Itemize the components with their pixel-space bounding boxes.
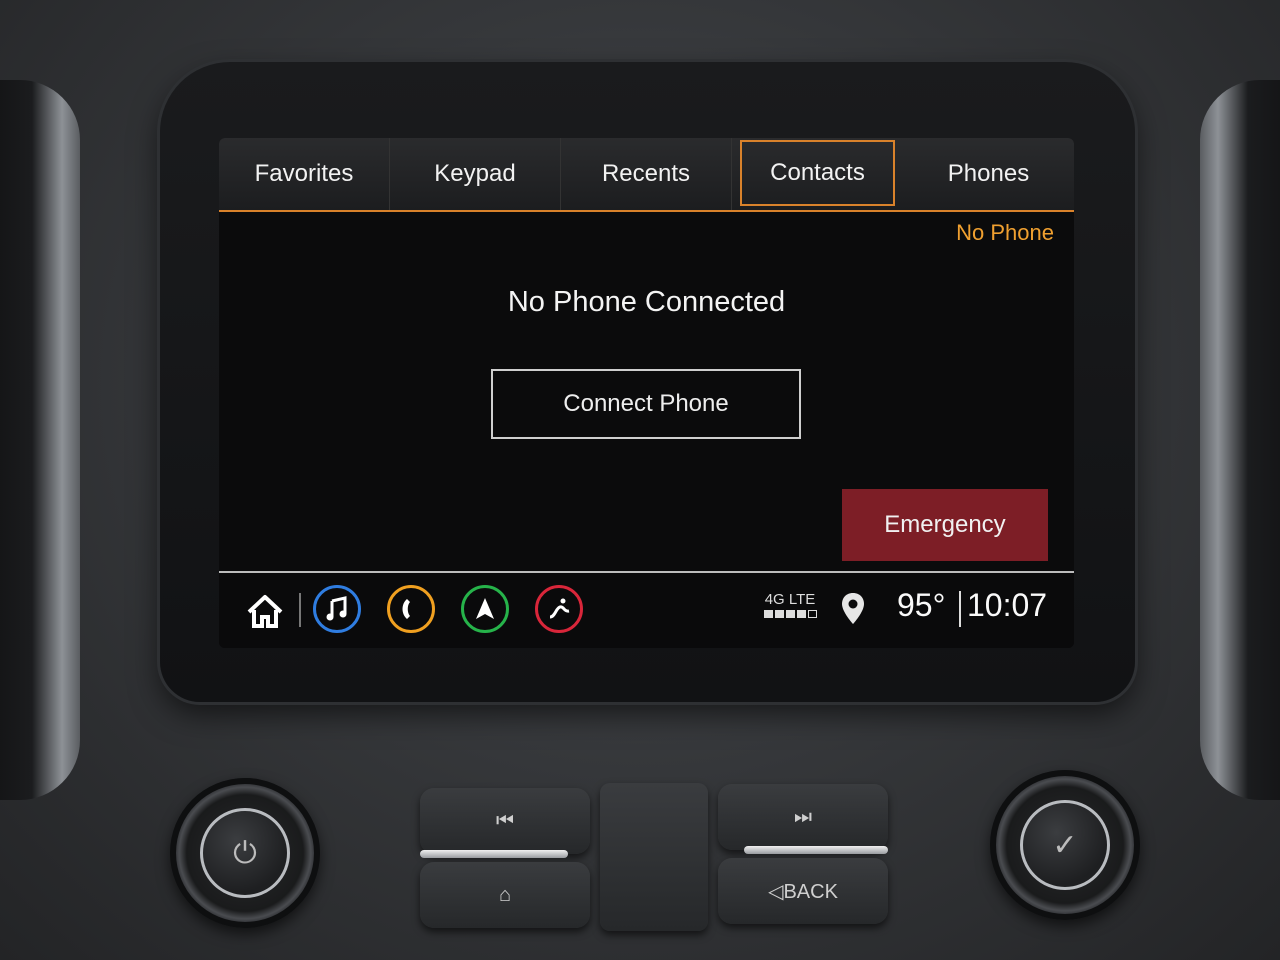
infotainment-screen: Favorites Keypad Recents Contacts Phones… bbox=[219, 138, 1074, 648]
network-status: 4G LTE bbox=[759, 591, 821, 618]
status-bar: 4G LTE 95° 10:07 bbox=[219, 571, 1074, 648]
right-air-vent bbox=[1200, 80, 1280, 800]
signal-strength-icon bbox=[759, 610, 821, 618]
skip-back-icon: ⏮ bbox=[496, 809, 514, 832]
clock: 10:07 bbox=[967, 587, 1048, 623]
temperature: 95° bbox=[897, 587, 946, 623]
navigation-app-icon[interactable] bbox=[461, 585, 509, 633]
network-label: 4G LTE bbox=[764, 591, 816, 608]
emergency-button[interactable]: Emergency bbox=[842, 489, 1048, 561]
trim-strip bbox=[744, 846, 888, 854]
tab-contacts[interactable]: Contacts bbox=[740, 140, 895, 206]
center-button[interactable] bbox=[600, 783, 708, 931]
music-app-icon[interactable] bbox=[313, 585, 361, 633]
phone-tabs: Favorites Keypad Recents Contacts Phones bbox=[219, 138, 1074, 212]
dashboard: Favorites Keypad Recents Contacts Phones… bbox=[0, 0, 1280, 960]
select-knob[interactable]: ✓ bbox=[990, 770, 1140, 920]
divider bbox=[959, 591, 961, 627]
power-icon: ⏻ bbox=[200, 808, 290, 898]
home-button[interactable]: ⌂ bbox=[420, 862, 590, 928]
divider bbox=[299, 593, 301, 627]
climate-app-icon[interactable] bbox=[535, 585, 583, 633]
next-track-button[interactable]: ⏭ bbox=[718, 784, 888, 850]
checkmark-icon: ✓ bbox=[1020, 800, 1110, 890]
trim-strip bbox=[420, 850, 568, 858]
left-air-vent bbox=[0, 80, 80, 800]
back-label: ◁BACK bbox=[768, 880, 838, 903]
home-icon: ⌂ bbox=[498, 883, 512, 906]
connect-phone-button[interactable]: Connect Phone bbox=[491, 369, 801, 439]
page-title: No Phone Connected bbox=[507, 286, 786, 318]
power-volume-knob[interactable]: ⏻ bbox=[170, 778, 320, 928]
home-icon[interactable] bbox=[245, 591, 285, 631]
location-pin-icon bbox=[842, 593, 864, 624]
tab-phones[interactable]: Phones bbox=[903, 138, 1074, 210]
back-button[interactable]: ◁BACK bbox=[718, 858, 888, 924]
tab-recents[interactable]: Recents bbox=[561, 138, 732, 210]
no-phone-status: No Phone bbox=[956, 220, 1054, 245]
skip-forward-icon: ⏭ bbox=[794, 805, 812, 828]
phone-app-icon[interactable] bbox=[387, 585, 435, 633]
tab-keypad[interactable]: Keypad bbox=[390, 138, 561, 210]
previous-track-button[interactable]: ⏮ bbox=[420, 788, 590, 854]
tab-favorites[interactable]: Favorites bbox=[219, 138, 390, 210]
